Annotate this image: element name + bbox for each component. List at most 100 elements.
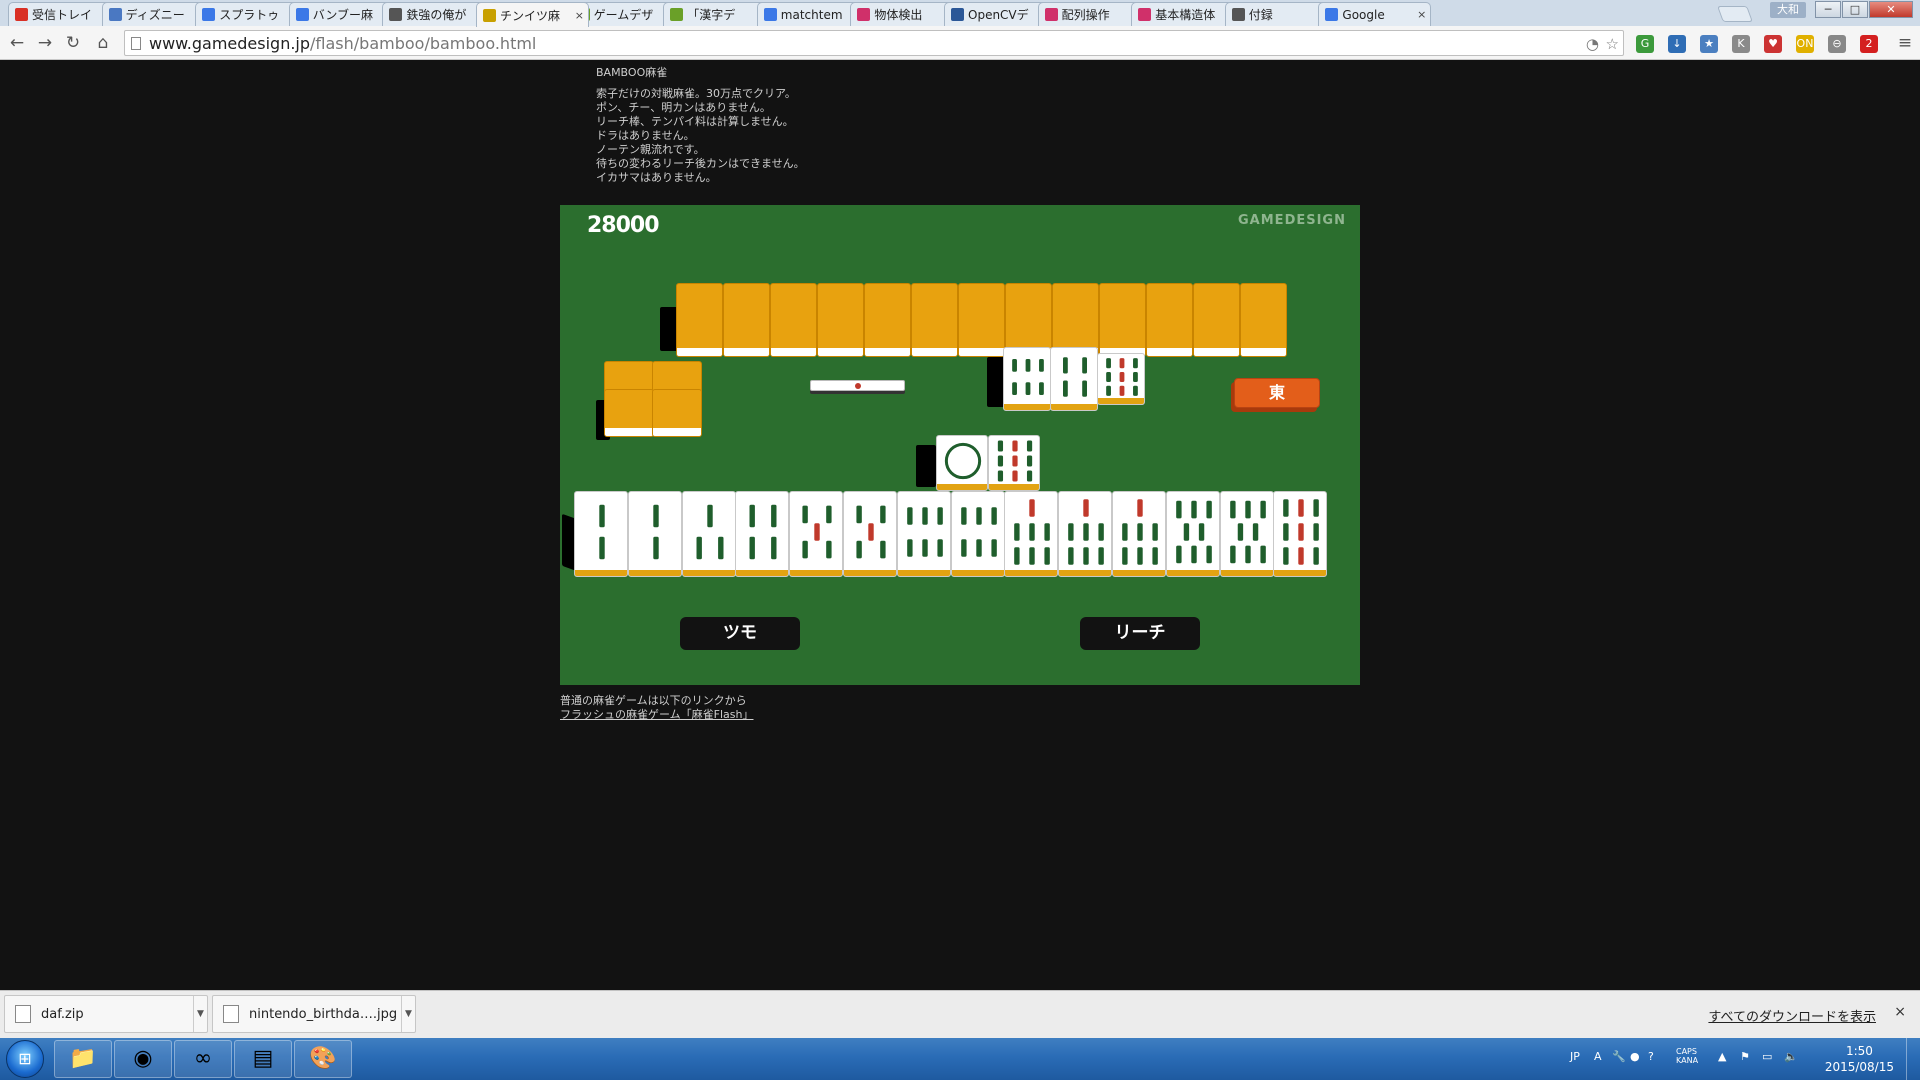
game-description: BAMBOO麻雀 索子だけの対戦麻雀。30万点でクリア。 ポン、チー、明カンはあり… — [596, 66, 805, 185]
extension-icon[interactable]: ♥ — [1764, 35, 1782, 53]
chrome-icon[interactable]: ◉ — [114, 1040, 172, 1078]
hand-tile[interactable] — [627, 491, 682, 577]
bookmark-star-icon[interactable]: ☆ — [1606, 35, 1619, 53]
hand-tile[interactable] — [681, 491, 736, 577]
new-tab-button[interactable] — [1717, 6, 1753, 22]
bamboo-stick — [1206, 500, 1212, 519]
url-host: www.gamedesign.jp — [149, 34, 311, 53]
hand-tile[interactable] — [843, 491, 897, 577]
rule-line: リーチ棒、テンパイ料は計算しません。 — [596, 115, 794, 128]
download-menu-arrow-icon[interactable]: ▼ — [401, 996, 415, 1032]
extension-icon[interactable]: ★ — [1700, 35, 1718, 53]
hand-tile[interactable] — [1273, 491, 1328, 577]
maximize-button[interactable]: □ — [1842, 1, 1868, 18]
extension-icon[interactable]: G — [1636, 35, 1654, 53]
address-bar[interactable]: www.gamedesign.jp/flash/bamboo/bamboo.ht… — [124, 30, 1624, 56]
bamboo-stick — [1183, 523, 1189, 541]
bamboo-stick — [1133, 358, 1138, 369]
url-text[interactable]: www.gamedesign.jp/flash/bamboo/bamboo.ht… — [149, 34, 536, 53]
footer: 普通の麻雀ゲームは以下のリンクから フラッシュの麻雀ゲーム「麻雀Flash」 — [560, 694, 754, 722]
game-canvas[interactable]: 28000 GAMEDESIGN 東 ツモ リーチ — [560, 205, 1360, 685]
hand-tile[interactable] — [789, 491, 844, 577]
bamboo-stick — [1283, 547, 1289, 565]
windows-logo-icon[interactable]: ⊞ — [6, 1040, 44, 1078]
hand-tile[interactable] — [896, 491, 951, 577]
extension-icon[interactable]: 2 — [1860, 35, 1878, 53]
bamboo-stick — [1260, 500, 1266, 519]
show-desktop-button[interactable] — [1906, 1038, 1920, 1080]
extension-icon[interactable]: ↓ — [1668, 35, 1686, 53]
clock[interactable]: 1:50 2015/08/15 — [1825, 1043, 1894, 1075]
paint-icon[interactable]: 🎨 — [294, 1040, 352, 1078]
bamboo-stick — [653, 536, 659, 560]
tray-app-icon[interactable]: ● — [1630, 1050, 1640, 1063]
tools-icon[interactable]: 🔧 — [1612, 1050, 1626, 1063]
bamboo-stick — [599, 536, 605, 560]
language-indicator[interactable]: JP — [1570, 1050, 1580, 1063]
discard-tile — [1097, 353, 1145, 405]
hand-tile[interactable] — [950, 491, 1005, 577]
volume-icon[interactable]: 🔈 — [1784, 1050, 1798, 1063]
hand-tile[interactable] — [574, 491, 628, 577]
hand-tile[interactable] — [1004, 491, 1059, 577]
minimize-button[interactable]: ─ — [1815, 1, 1841, 18]
close-tab-icon[interactable]: × — [1417, 8, 1426, 21]
ime-indicator[interactable]: A — [1594, 1050, 1602, 1063]
reload-icon[interactable]: ↻ — [62, 32, 84, 54]
extension-icon[interactable]: ON — [1796, 35, 1814, 53]
app-icon[interactable]: ∞ — [174, 1040, 232, 1078]
forward-icon[interactable]: → — [34, 32, 56, 54]
bamboo-stick — [880, 505, 886, 524]
download-item[interactable]: nintendo_birthda….jpg ▼ — [212, 995, 416, 1033]
hand-tile[interactable] — [1112, 491, 1166, 577]
close-tab-icon[interactable]: × — [575, 9, 584, 22]
close-window-button[interactable]: ✕ — [1869, 1, 1913, 18]
tab-title: OpenCVデ — [968, 8, 1029, 22]
hand-tile[interactable] — [1058, 491, 1113, 577]
help-icon[interactable]: ? — [1648, 1050, 1654, 1063]
tile-back — [911, 283, 958, 357]
tsumo-button[interactable]: ツモ — [680, 617, 800, 650]
translate-icon[interactable]: ◔ — [1586, 35, 1599, 53]
menu-icon[interactable]: ≡ — [1894, 32, 1916, 54]
download-menu-arrow-icon[interactable]: ▼ — [193, 996, 207, 1032]
bamboo-stick — [1283, 499, 1289, 517]
bamboo-stick — [1260, 545, 1266, 564]
bamboo-stick — [997, 470, 1004, 482]
hand-tile[interactable] — [1219, 491, 1274, 577]
bamboo-stick — [1014, 547, 1020, 565]
hand-tile[interactable] — [735, 491, 790, 577]
home-icon[interactable]: ⌂ — [92, 32, 114, 54]
download-item[interactable]: daf.zip ▼ — [4, 995, 208, 1033]
mahjong-flash-link[interactable]: フラッシュの麻雀ゲーム「麻雀Flash」 — [560, 708, 754, 721]
riichi-button[interactable]: リーチ — [1080, 617, 1200, 650]
flag-icon[interactable]: ⚑ — [1740, 1050, 1750, 1063]
gamedesign-icon — [483, 8, 496, 22]
tab-title: 鉄強の俺が — [406, 8, 467, 22]
back-icon[interactable]: ← — [6, 32, 28, 54]
bamboo-stick — [696, 536, 702, 560]
close-shelf-icon[interactable]: × — [1894, 1004, 1906, 1020]
network-icon[interactable]: ▭ — [1762, 1050, 1772, 1063]
bamboo-stick — [1229, 545, 1236, 564]
bamboo-stick — [960, 507, 967, 525]
hand-tile[interactable] — [1165, 491, 1220, 577]
tile-back — [958, 283, 1005, 357]
page-icon — [1231, 8, 1245, 21]
bamboo-stick — [1137, 547, 1143, 565]
bamboo-stick — [599, 504, 605, 528]
tile-back — [604, 389, 654, 437]
dealer-marker: 東 — [1234, 378, 1320, 408]
profile-button[interactable]: 大和 — [1770, 2, 1806, 18]
browser-tab[interactable]: Google × — [1318, 2, 1432, 26]
browser-tab[interactable]: チンイツ麻 × — [476, 2, 589, 27]
notes-icon[interactable]: ▤ — [234, 1040, 292, 1078]
folder-icon[interactable]: 📁 — [54, 1040, 112, 1078]
show-all-downloads-link[interactable]: すべてのダウンロードを表示 — [1708, 1006, 1876, 1025]
show-hidden-icons-icon[interactable]: ▲ — [1718, 1050, 1726, 1063]
extension-icon[interactable]: K — [1732, 35, 1750, 53]
extension-icon[interactable]: ⊖ — [1828, 35, 1846, 53]
bamboo-stick — [1298, 523, 1305, 541]
bamboo-stick — [717, 536, 724, 560]
bamboo-stick — [1133, 385, 1138, 396]
